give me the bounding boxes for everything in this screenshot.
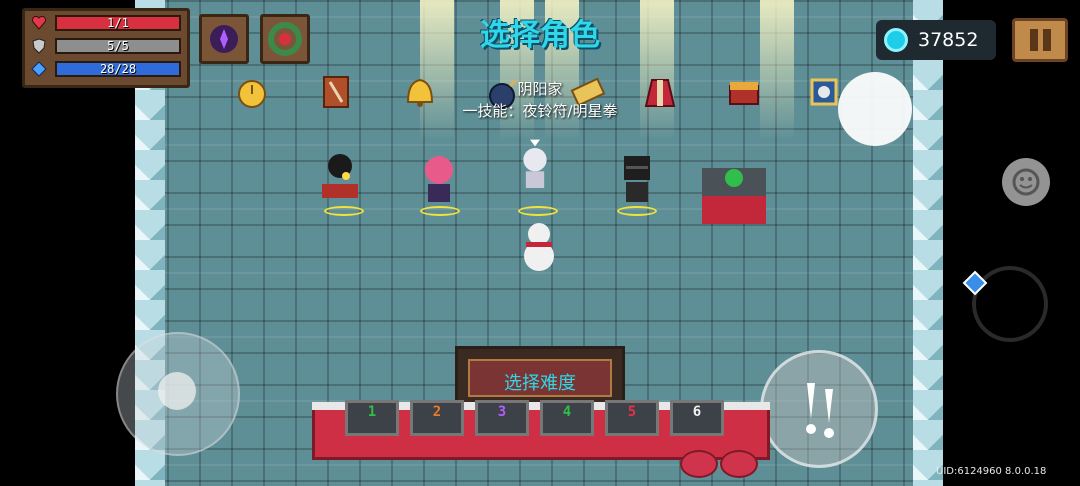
difficulty-sign: 选择难度	[455, 346, 625, 408]
wreath-buff-icon	[268, 22, 302, 56]
uid-version-label: UID:6124960 8.0.0.18	[936, 466, 1047, 477]
pocket-watch-icon[interactable]	[232, 72, 272, 112]
character-rogue[interactable]	[300, 148, 376, 208]
attack-icon	[806, 383, 834, 438]
difficulty-slot-label: 4	[562, 404, 572, 420]
difficulty-slot-3[interactable]: 3	[475, 400, 529, 436]
bar-stool	[680, 450, 718, 478]
bar-stool	[720, 450, 758, 478]
light-ray	[760, 0, 794, 140]
buff-slot-2[interactable]	[260, 14, 310, 64]
character-skill: 一技能：夜铃符/明星拳	[462, 102, 618, 120]
difficulty-slot-5[interactable]: 5	[605, 400, 659, 436]
gem-icon	[884, 28, 908, 52]
treasure-chest-icon[interactable]	[724, 72, 764, 112]
shield-icon	[32, 38, 46, 54]
stats-panel: 1/1 5/5 28/28	[22, 8, 190, 88]
armor-text: 5/5	[107, 39, 129, 53]
selection-ring	[518, 206, 558, 216]
armor-row: 5/5	[31, 37, 181, 55]
buff-slot-1[interactable]	[199, 14, 249, 64]
heart-icon	[31, 15, 47, 30]
diamond-icon	[31, 61, 47, 77]
joystick-knob[interactable]	[158, 372, 196, 410]
emote-button[interactable]	[1002, 158, 1050, 206]
character-snowman[interactable]	[516, 216, 562, 276]
hp-bar: 1/1	[55, 15, 181, 31]
emote-icon	[1012, 168, 1040, 196]
difficulty-slot-1[interactable]: 1	[345, 400, 399, 436]
attack-button[interactable]	[760, 350, 878, 468]
difficulty-slot-label: 6	[692, 404, 702, 420]
selection-ring	[617, 206, 657, 216]
difficulty-slot-2[interactable]: 2	[410, 400, 464, 436]
difficulty-slot-label: 1	[367, 404, 377, 420]
armor-bar: 5/5	[55, 38, 181, 54]
difficulty-slot-label: 3	[497, 404, 507, 420]
energy-text: 28/28	[99, 62, 137, 76]
selection-ring	[420, 206, 460, 216]
difficulty-slot-4[interactable]: 4	[540, 400, 594, 436]
character-pink-hair[interactable]	[416, 150, 462, 210]
swap-weapon-icon	[962, 270, 988, 296]
page-title: 选择角色	[480, 18, 600, 53]
gem-counter: 37852	[876, 20, 996, 60]
light-orb	[838, 72, 912, 146]
selection-ring	[324, 206, 364, 216]
energy-row: 28/28	[31, 60, 181, 78]
difficulty-slot-label: 2	[432, 404, 442, 420]
character-onmyoji[interactable]	[512, 138, 558, 198]
difficulty-slot-label: 5	[627, 404, 637, 420]
character-name: 阴阳家	[517, 80, 563, 98]
hp-text: 1/1	[107, 16, 129, 30]
character-reroll-station[interactable]	[700, 164, 768, 226]
pause-button[interactable]	[1012, 18, 1068, 62]
energy-bar: 28/28	[55, 61, 181, 77]
gem-count: 37852	[918, 29, 979, 51]
hp-row: 1/1	[31, 14, 181, 32]
dark-orb-buff-icon	[210, 25, 238, 53]
difficulty-title: 选择难度	[504, 373, 576, 394]
character-knight[interactable]	[614, 150, 660, 210]
difficulty-slot-6[interactable]: 6	[670, 400, 724, 436]
ice-wall-right	[913, 0, 943, 486]
spellbook-icon[interactable]	[316, 72, 356, 112]
